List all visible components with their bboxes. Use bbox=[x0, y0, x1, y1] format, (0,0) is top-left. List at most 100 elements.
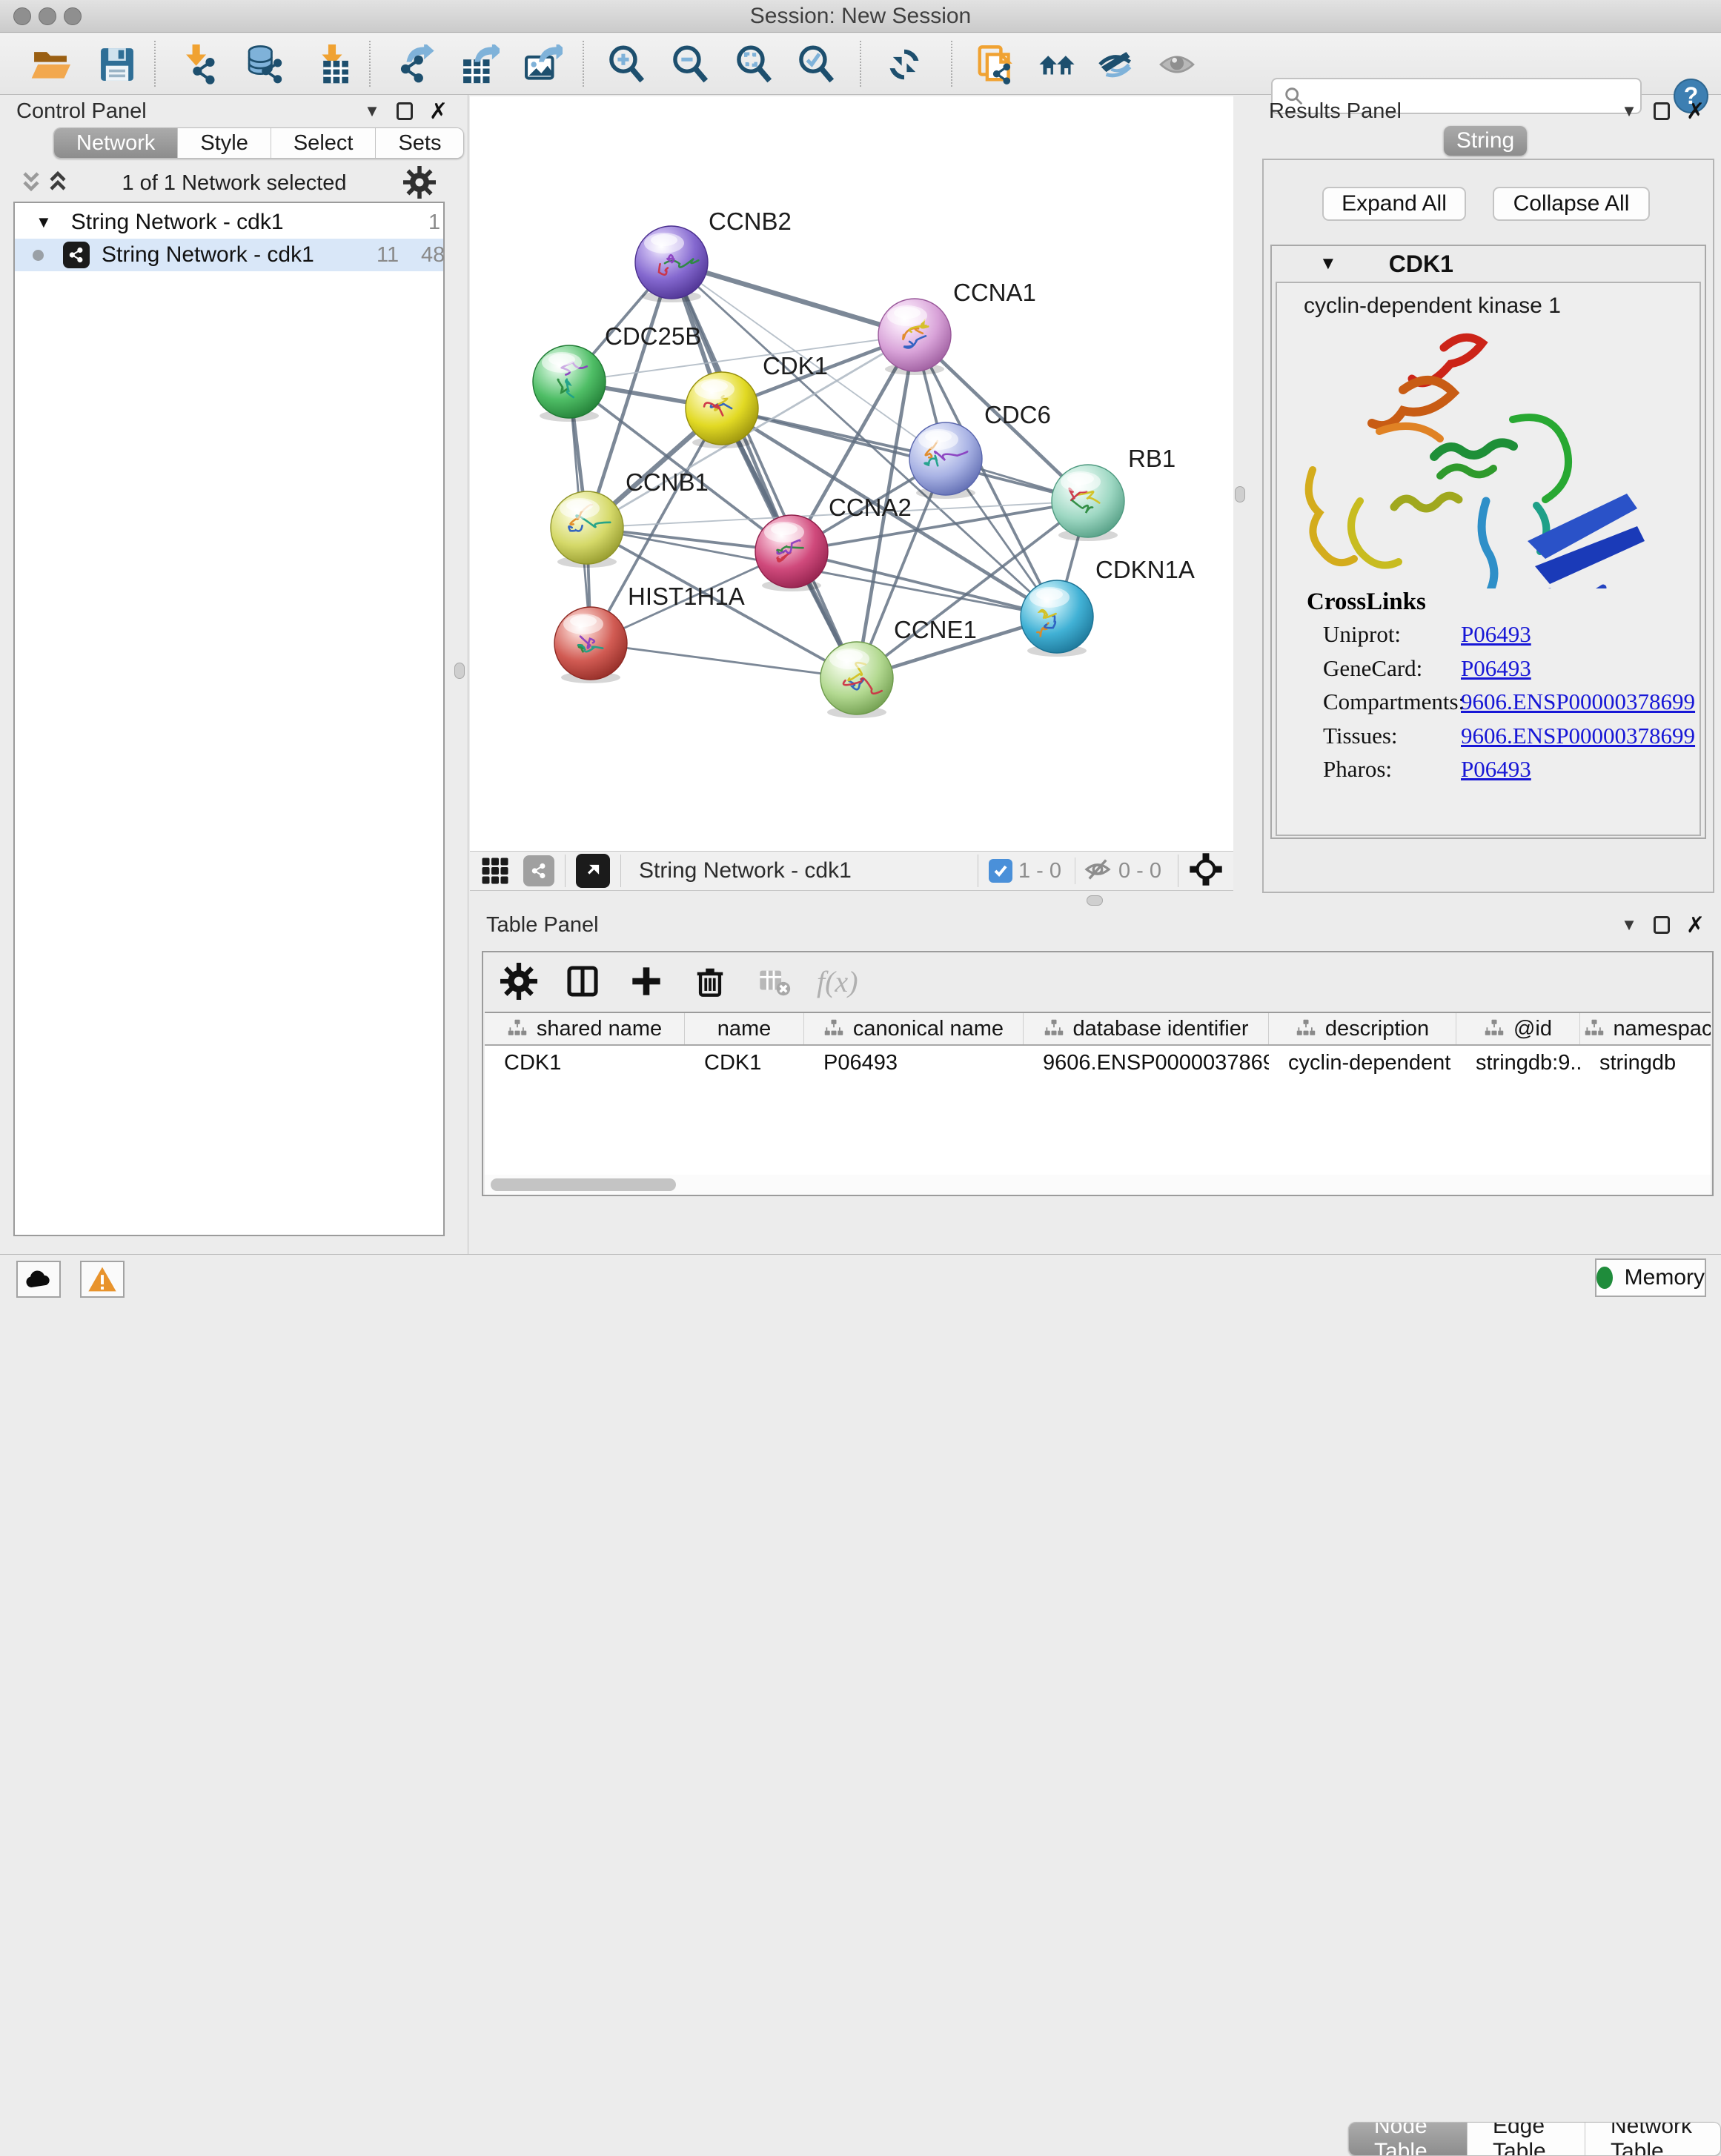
table-hscrollbar-thumb[interactable] bbox=[491, 1178, 676, 1191]
crosslink-value-link[interactable]: P06493 bbox=[1461, 756, 1531, 783]
cell-database-identifier[interactable]: 9606.ENSP00000378699 bbox=[1024, 1046, 1269, 1080]
zoom-fit-content-icon[interactable] bbox=[732, 44, 777, 85]
export-network-icon[interactable] bbox=[394, 44, 439, 85]
crosslink-value-link[interactable]: P06493 bbox=[1461, 655, 1531, 682]
cell-shared-name[interactable]: CDK1 bbox=[485, 1046, 685, 1080]
pan-crosshair-icon[interactable] bbox=[1189, 852, 1223, 890]
gene-section-header[interactable]: ▼ CDK1 bbox=[1272, 246, 1705, 282]
expand-all-button[interactable]: Expand All bbox=[1322, 187, 1466, 221]
cell-id[interactable]: stringdb:9... bbox=[1456, 1046, 1580, 1080]
network-collection-row[interactable]: ▼ String Network - cdk1 1 bbox=[15, 206, 443, 239]
node-table: shared namenamecanonical namedatabase id… bbox=[485, 1012, 1711, 1175]
toolbar-separator bbox=[860, 41, 861, 87]
tab-sets[interactable]: Sets bbox=[376, 128, 463, 158]
table-collapse-icon[interactable]: ▼ bbox=[1621, 915, 1637, 935]
control-panel: Control Panel ▼ ✗ NetworkStyleSelectSets… bbox=[0, 95, 468, 1254]
zoom-out-icon[interactable] bbox=[669, 44, 713, 85]
svg-text:CCNB2: CCNB2 bbox=[709, 208, 792, 235]
results-collapse-icon[interactable]: ▼ bbox=[1621, 102, 1637, 121]
close-window-button[interactable] bbox=[13, 7, 31, 25]
svg-text:CDKN1A: CDKN1A bbox=[1095, 556, 1195, 583]
table-header-row: shared namenamecanonical namedatabase id… bbox=[485, 1013, 1711, 1046]
table-options-gear-icon[interactable] bbox=[498, 961, 540, 1002]
refresh-view-icon[interactable] bbox=[882, 44, 926, 85]
crosslink-label: Uniprot: bbox=[1323, 621, 1401, 648]
column-header-description[interactable]: description bbox=[1269, 1013, 1456, 1044]
copy-style-icon[interactable] bbox=[972, 44, 1017, 85]
network-edge-count: 48 bbox=[421, 243, 445, 268]
svg-text:CCNA1: CCNA1 bbox=[953, 279, 1036, 306]
delete-column-icon[interactable] bbox=[689, 961, 731, 1002]
network-name: String Network - cdk1 bbox=[102, 242, 314, 268]
panel-float-icon[interactable] bbox=[397, 102, 413, 120]
memory-button[interactable]: Memory bbox=[1595, 1258, 1706, 1297]
table-hscrollbar[interactable] bbox=[485, 1175, 1711, 1195]
gene-section: ▼ CDK1 cyclin-dependent kinase 1 CrossLi… bbox=[1270, 245, 1706, 839]
tab-node-table[interactable]: Node Table bbox=[1349, 2123, 1468, 2155]
toolbar-separator bbox=[369, 41, 371, 87]
column-header-shared-name[interactable]: shared name bbox=[485, 1013, 685, 1044]
open-session-icon[interactable] bbox=[28, 44, 73, 85]
collapse-all-button[interactable]: Collapse All bbox=[1493, 187, 1650, 221]
panel-collapse-icon[interactable]: ▼ bbox=[364, 102, 380, 121]
left-splitter-handle[interactable] bbox=[454, 663, 465, 679]
column-header-id[interactable]: @id bbox=[1456, 1013, 1580, 1044]
table-row[interactable]: CDK1CDK1P064939606.ENSP00000378699cyclin… bbox=[485, 1046, 1711, 1080]
gene-expander-icon[interactable]: ▼ bbox=[1319, 253, 1337, 274]
main-toolbar: ? bbox=[0, 33, 1721, 95]
results-float-icon[interactable] bbox=[1654, 102, 1670, 120]
column-header-namespace[interactable]: namespace bbox=[1580, 1013, 1711, 1044]
tab-network-table[interactable]: Network Table bbox=[1585, 2123, 1720, 2155]
tab-string[interactable]: String bbox=[1444, 126, 1527, 156]
node-table-box: f(x) shared namenamecanonical namedataba… bbox=[482, 951, 1714, 1196]
crosslink-value-link[interactable]: 9606.ENSP00000378699 bbox=[1461, 723, 1695, 749]
string-network-icon bbox=[63, 242, 90, 268]
table-float-icon[interactable] bbox=[1654, 916, 1670, 934]
tab-select[interactable]: Select bbox=[271, 128, 377, 158]
string-badge-icon[interactable] bbox=[523, 855, 554, 886]
show-columns-icon[interactable] bbox=[562, 961, 603, 1002]
table-close-icon[interactable]: ✗ bbox=[1686, 912, 1705, 938]
column-header-name[interactable]: name bbox=[685, 1013, 804, 1044]
save-session-icon[interactable] bbox=[95, 44, 139, 85]
cell-canonical-name[interactable]: P06493 bbox=[804, 1046, 1024, 1080]
bottom-splitter-handle[interactable] bbox=[1087, 895, 1103, 906]
cell-name[interactable]: CDK1 bbox=[685, 1046, 804, 1080]
birds-eye-view-icon[interactable] bbox=[576, 854, 610, 888]
column-header-canonical-name[interactable]: canonical name bbox=[804, 1013, 1024, 1044]
minimize-window-button[interactable] bbox=[39, 7, 56, 25]
first-neighbors-icon[interactable] bbox=[1035, 44, 1079, 85]
export-table-icon[interactable] bbox=[457, 44, 502, 85]
import-network-from-database-icon[interactable] bbox=[243, 44, 288, 85]
warning-button[interactable] bbox=[80, 1261, 125, 1298]
zoom-in-icon[interactable] bbox=[605, 44, 649, 85]
import-network-from-file-icon[interactable] bbox=[176, 44, 221, 85]
cell-description[interactable]: cyclin-dependent ... bbox=[1269, 1046, 1456, 1080]
results-close-icon[interactable]: ✗ bbox=[1686, 99, 1705, 125]
grid-view-icon[interactable] bbox=[479, 855, 511, 887]
tree-expander-icon[interactable]: ▼ bbox=[36, 213, 52, 232]
crosslink-value-link[interactable]: 9606.ENSP00000378699 bbox=[1461, 689, 1695, 715]
network-row-selected[interactable]: String Network - cdk1 11 48 bbox=[15, 239, 443, 271]
network-options-gear-icon[interactable] bbox=[403, 166, 436, 199]
show-hide-graphics-icon[interactable] bbox=[1094, 44, 1138, 85]
right-splitter-handle[interactable] bbox=[1235, 486, 1245, 502]
export-image-icon[interactable] bbox=[520, 44, 565, 85]
import-table-from-file-icon[interactable] bbox=[310, 44, 354, 85]
tab-network[interactable]: Network bbox=[54, 128, 178, 158]
cloud-button[interactable] bbox=[16, 1261, 61, 1298]
network-view-canvas[interactable]: CCNB2CCNA1CDC25BCDK1CDC6RB1CCNB1CCNA2CDK… bbox=[470, 96, 1233, 851]
column-header-database-identifier[interactable]: database identifier bbox=[1024, 1013, 1269, 1044]
crosslink-value-link[interactable]: P06493 bbox=[1461, 621, 1531, 648]
cloud-icon bbox=[22, 1267, 55, 1291]
selected-nodes-checkbox[interactable] bbox=[989, 859, 1012, 883]
cell-namespace[interactable]: stringdb bbox=[1580, 1046, 1711, 1080]
tab-style[interactable]: Style bbox=[178, 128, 271, 158]
control-panel-title: Control Panel bbox=[16, 99, 147, 124]
zoom-selected-icon[interactable] bbox=[795, 44, 839, 85]
panel-close-icon[interactable]: ✗ bbox=[429, 99, 448, 125]
tab-edge-table[interactable]: Edge Table bbox=[1468, 2123, 1585, 2155]
svg-text:RB1: RB1 bbox=[1128, 445, 1175, 472]
create-column-icon[interactable] bbox=[626, 961, 667, 1002]
zoom-window-button[interactable] bbox=[64, 7, 82, 25]
